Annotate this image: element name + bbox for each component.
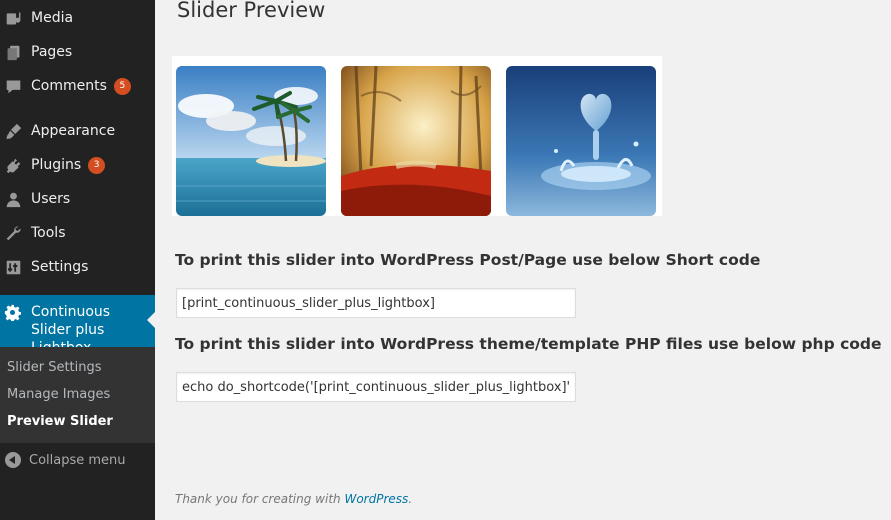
php-code-heading: To print this slider into WordPress them… (175, 335, 882, 353)
menu-label: Comments 5 (31, 77, 131, 95)
menu-label: Users (31, 191, 71, 207)
menu-item-pages[interactable]: Pages (0, 35, 155, 69)
menu-item-media[interactable]: Media (0, 1, 155, 35)
comments-count-badge: 5 (113, 77, 131, 95)
shortcode-field[interactable] (176, 288, 576, 318)
menu-item-settings[interactable]: Settings (0, 250, 155, 284)
comments-icon (4, 77, 22, 95)
wordpress-link[interactable]: WordPress (344, 492, 408, 506)
submenu: Slider Settings Manage Images Preview Sl… (0, 347, 155, 443)
slider-preview (172, 56, 662, 216)
collapse-arrow-icon (5, 452, 21, 468)
menu-label: Media (31, 10, 74, 26)
php-code-field[interactable] (176, 372, 576, 402)
slider-image-autumn-path[interactable] (341, 66, 491, 216)
plugins-update-badge: 3 (88, 156, 106, 174)
shortcode-heading: To print this slider into WordPress Post… (175, 251, 761, 269)
slider-image-tropical-island[interactable] (176, 66, 326, 216)
submenu-slider-settings[interactable]: Slider Settings (0, 354, 155, 381)
users-icon (4, 190, 22, 208)
menu-item-users[interactable]: Users (0, 182, 155, 216)
menu-item-continuous-slider[interactable]: Continuous Slider plus Lightbox (0, 295, 155, 356)
pages-icon (4, 43, 22, 61)
menu-item-plugins[interactable]: Plugins 3 (0, 148, 155, 182)
menu-label: Pages (31, 44, 73, 60)
active-indicator-arrow (147, 312, 155, 328)
plugins-icon (4, 156, 22, 174)
submenu-manage-images[interactable]: Manage Images (0, 381, 155, 408)
slider-image-water-heart[interactable] (506, 66, 656, 216)
menu-label: Tools (31, 225, 66, 241)
collapse-menu-label: Collapse menu (29, 452, 126, 468)
settings-icon (4, 258, 22, 276)
collapse-menu-button[interactable]: Collapse menu (0, 445, 155, 475)
submenu-preview-slider[interactable]: Preview Slider (0, 408, 155, 435)
menu-label: Settings (31, 259, 89, 275)
tools-icon (4, 224, 22, 242)
menu-label: Appearance (31, 123, 116, 139)
menu-item-appearance[interactable]: Appearance (0, 114, 155, 148)
menu-label: Plugins 3 (31, 156, 106, 174)
menu-item-tools[interactable]: Tools (0, 216, 155, 250)
gear-icon (4, 304, 22, 322)
page-title: Slider Preview (177, 0, 326, 22)
admin-sidebar: Media Pages Comments 5 Appearance Plugins… (0, 0, 155, 520)
media-icon (4, 9, 22, 27)
menu-item-comments[interactable]: Comments 5 (0, 69, 155, 103)
appearance-icon (4, 122, 22, 140)
footer-credit: Thank you for creating with WordPress. (175, 492, 413, 506)
